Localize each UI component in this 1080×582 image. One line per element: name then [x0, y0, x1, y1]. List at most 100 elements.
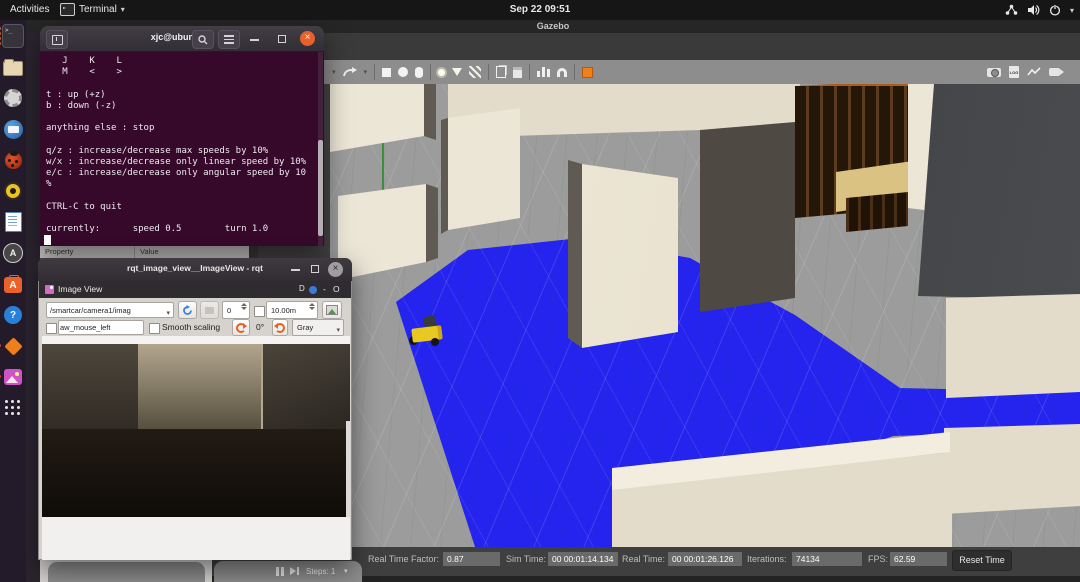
spinbox-arrows[interactable] — [241, 303, 247, 310]
terminal-window: xjc@ubuntu: ~ × J K L M < > t : up (+z) … — [40, 26, 324, 246]
copy-icon[interactable] — [496, 66, 506, 78]
scrollbar-thumb[interactable] — [318, 140, 323, 236]
gazebo-3d-viewport[interactable] — [330, 84, 1080, 547]
sphere-shape-icon[interactable] — [398, 67, 408, 77]
undo-history-icon[interactable]: ▾ — [332, 68, 336, 76]
max-range-value: 10.00m — [271, 306, 296, 315]
close-button[interactable]: × — [300, 31, 315, 46]
pause-button[interactable] — [276, 567, 284, 576]
cylinder-shape-icon[interactable] — [415, 67, 423, 78]
dock-item-files[interactable] — [2, 56, 24, 78]
dock-item-show-apps[interactable] — [2, 397, 24, 419]
max-range-spinbox[interactable]: 10.00m — [266, 301, 318, 319]
dock-item-media[interactable] — [2, 180, 24, 202]
publish-click-checkbox[interactable] — [46, 323, 57, 334]
thunderbird-icon — [4, 120, 23, 139]
snapshot-button[interactable] — [200, 301, 219, 319]
panel-scroll-nub — [249, 246, 258, 258]
refresh-icon — [182, 305, 193, 316]
sim-time-label: Sim Time: — [506, 554, 546, 564]
plugin-info-icon[interactable] — [309, 286, 317, 294]
rotate-right-icon — [275, 323, 285, 333]
colormap-combo[interactable]: Gray ▾ — [292, 319, 344, 336]
camera-wall-right — [261, 344, 350, 430]
video-record-icon[interactable] — [1049, 68, 1060, 76]
dock-item-terminal[interactable]: >_ — [2, 25, 24, 47]
plugin-title: Image View — [58, 284, 102, 294]
toolbar-separator — [488, 64, 489, 80]
mouse-topic-field[interactable]: aw_mouse_left — [58, 320, 144, 335]
panel-rounded-fragment — [48, 562, 205, 582]
refresh-topics-button[interactable] — [178, 301, 197, 319]
topic-combo[interactable]: /smartcar/camera1/imag ▾ — [46, 302, 174, 318]
save-image-button[interactable] — [322, 301, 342, 319]
plugin-dock-button[interactable]: D — [299, 284, 305, 293]
snap-magnet-icon[interactable] — [557, 68, 567, 77]
minimize-button[interactable] — [250, 39, 259, 41]
value-column-header[interactable]: Value — [140, 246, 159, 258]
point-light-icon[interactable] — [438, 69, 445, 76]
step-button[interactable] — [290, 567, 296, 575]
dock-item-gazebo[interactable] — [2, 335, 24, 357]
plot-icon[interactable] — [1027, 67, 1041, 77]
log-record-icon[interactable]: LOG — [1009, 66, 1019, 78]
rqt-maximize-button[interactable] — [311, 265, 319, 273]
maximize-button[interactable] — [278, 35, 286, 43]
column-divider[interactable] — [134, 246, 135, 258]
rqt-close-button[interactable]: × — [328, 262, 343, 277]
dock-item-help[interactable]: ? — [2, 304, 24, 326]
plugin-minimize-button[interactable]: - — [323, 284, 326, 294]
redo-icon[interactable] — [343, 66, 357, 78]
dock-item-settings[interactable] — [2, 87, 24, 109]
clock[interactable]: Sep 22 09:51 — [0, 4, 1080, 15]
image-scrollbar[interactable] — [346, 421, 350, 517]
redo-history-icon[interactable]: ▾ — [364, 68, 368, 76]
camera-image-view[interactable] — [42, 336, 350, 517]
view-angle-icon[interactable] — [582, 67, 593, 78]
plugin-close-button[interactable]: O — [333, 284, 340, 294]
image-view-plugin-header[interactable]: Image View D - O — [39, 281, 351, 298]
dock-item-fonts[interactable]: A — [2, 242, 24, 264]
spot-light-icon[interactable] — [452, 68, 462, 76]
reset-time-button[interactable]: Reset Time — [952, 550, 1012, 571]
terminal-scrollbar[interactable] — [318, 52, 323, 246]
rqt-window-title: rqt_image_view__ImageView - rqt — [38, 263, 352, 273]
dynamic-range-checkbox[interactable] — [254, 306, 265, 317]
terminal-body[interactable]: J K L M < > t : up (+z) b : down (-z) an… — [40, 52, 324, 246]
align-tool-icon[interactable] — [537, 67, 550, 77]
system-tray[interactable]: ▾ — [1005, 2, 1074, 18]
steps-label[interactable]: Steps: 1 — [306, 567, 335, 576]
screenshot-camera-icon[interactable] — [987, 68, 1001, 77]
directional-light-icon[interactable] — [469, 66, 481, 78]
box-shape-icon[interactable] — [382, 68, 391, 77]
dock-item-ladybug[interactable] — [2, 149, 24, 171]
rotate-right-button[interactable] — [272, 319, 288, 336]
paste-icon[interactable] — [513, 67, 522, 78]
topic-combo-value: /smartcar/camera1/imag — [50, 306, 131, 315]
chevron-down-icon: ▾ — [1070, 6, 1074, 15]
letter-a-icon: A — [3, 243, 23, 263]
property-column-header[interactable]: Property — [45, 246, 73, 258]
camera-wall-left — [42, 344, 138, 433]
dock-item-writer[interactable] — [2, 211, 24, 233]
menu-button[interactable] — [218, 30, 240, 49]
terminal-titlebar[interactable]: xjc@ubuntu: ~ × — [40, 26, 324, 52]
toolbar-separator — [430, 64, 431, 80]
smooth-scaling-checkbox[interactable] — [149, 323, 160, 334]
toolbar-separator — [529, 64, 530, 80]
rtf-value: 0.87 — [443, 552, 500, 566]
property-value-header: Property Value — [40, 246, 258, 258]
spinbox-arrows[interactable] — [309, 303, 315, 310]
dock-item-software[interactable]: A — [2, 273, 24, 295]
mouse-topic-value: aw_mouse_left — [60, 323, 110, 332]
terminal-cursor — [44, 235, 51, 245]
rqt-titlebar[interactable]: rqt_image_view__ImageView - rqt × — [38, 258, 352, 281]
dock-item-image-viewer[interactable] — [2, 366, 24, 388]
rqt-minimize-button[interactable] — [291, 269, 300, 271]
steps-chevron-icon[interactable]: ▾ — [344, 567, 348, 575]
search-button[interactable] — [192, 30, 214, 49]
top-bar: Activities Terminal ▾ Sep 22 09:51 ▾ — [0, 0, 1080, 20]
dock-item-thunderbird[interactable] — [2, 118, 24, 140]
frame-spinbox[interactable]: 0 — [222, 301, 250, 319]
rotate-left-button[interactable] — [232, 319, 250, 336]
